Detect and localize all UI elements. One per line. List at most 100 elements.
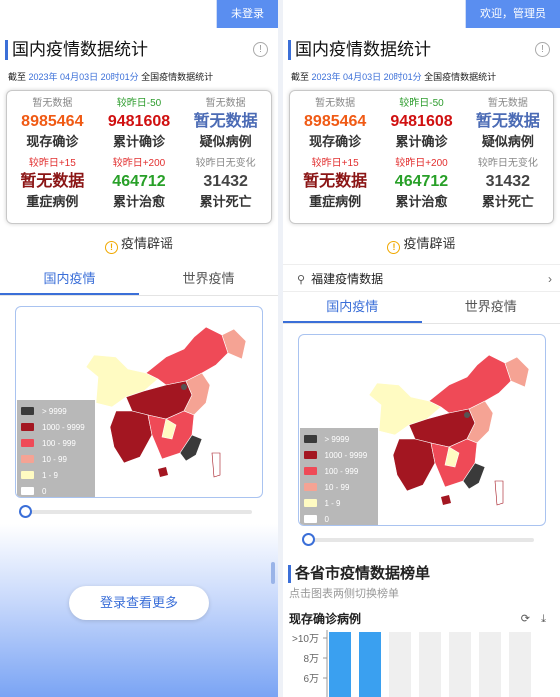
update-date: 2023年 04月03日 20时01分 <box>28 72 139 82</box>
region-tabs: 国内疫情 世界疫情 <box>283 292 560 324</box>
stat-change: 较昨日+200 <box>395 158 448 169</box>
legend-item: 1000 - 9999 <box>21 419 91 435</box>
stat-change: 暂无数据 <box>315 98 356 109</box>
update-time: 截至 2023年 04月03日 20时01分 全国疫情数据统计 <box>291 72 497 82</box>
stat-label: 累计死亡 <box>199 194 252 209</box>
user-greeting[interactable]: 欢迎，管理员 <box>465 0 560 28</box>
province-link[interactable]: ⚲ 福建疫情数据 › <box>283 264 560 292</box>
legend-item: 10 - 99 <box>303 479 374 495</box>
bar-background <box>419 632 441 697</box>
top-bar: 欢迎，管理员 <box>283 0 560 28</box>
bar-background <box>509 632 531 697</box>
page-header: 国内疫情数据统计 ! <box>0 34 278 70</box>
page-title: 国内疫情数据统计 <box>12 40 148 59</box>
alert-icon: ! <box>387 241 401 254</box>
tab-domestic[interactable]: 国内疫情 <box>0 264 139 295</box>
ranking-bar-chart[interactable]: >10万 8万 6万 <box>283 628 560 697</box>
info-icon[interactable]: ! <box>253 42 268 57</box>
stats-card: 暂无数据 8985464 现存确诊 较昨日-50 9481608 累计确诊 暂无数据 暂无数据… <box>289 90 554 224</box>
stat-cell: 暂无数据 暂无数据 疑似病例 <box>182 97 269 157</box>
stat-cell: 较昨日无变化 31432 累计死亡 <box>465 157 551 217</box>
stat-change: 暂无数据 <box>32 98 73 109</box>
chevron-right-icon: › <box>548 272 552 286</box>
stat-cell: 较昨日+200 464712 累计治愈 <box>96 157 183 217</box>
guest-view-panel: 未登录 国内疫情数据统计 ! 截至 2023年 04月03日 20时01分 全国… <box>0 0 278 697</box>
slider-handle[interactable] <box>302 533 315 546</box>
legend-item: > 9999 <box>303 431 374 447</box>
y-tick-label: >10万 <box>292 634 319 645</box>
ranking-hint: 点击图表两侧切换榜单 <box>289 588 399 600</box>
chart-title: 现存确诊病例 <box>289 612 362 626</box>
alert-icon: ! <box>104 241 118 254</box>
rumor-link[interactable]: ! 疫情辟谣 <box>0 224 278 264</box>
stat-value: 8985464 <box>21 113 84 130</box>
china-map[interactable]: > 9999 1000 - 9999 100 - 999 10 - 99 1 -… <box>15 306 263 498</box>
bar-background <box>449 632 471 697</box>
stat-cell: 较昨日-50 9481608 累计确诊 <box>96 97 183 157</box>
stat-change: 较昨日无变化 <box>195 158 256 169</box>
slider-handle[interactable] <box>19 505 32 518</box>
province-ranking: 各省市疫情数据榜单 点击图表两侧切换榜单 现存确诊病例 ⟳ ⤓ >10万 8万 6万 <box>283 562 560 697</box>
tab-world[interactable]: 世界疫情 <box>422 292 560 323</box>
y-tick-label: 8万 <box>303 654 319 665</box>
page-header: 国内疫情数据统计 ! <box>283 34 560 70</box>
map-region-north <box>145 326 229 386</box>
login-button[interactable]: 登录查看更多 <box>69 586 209 620</box>
stat-change: 较昨日+200 <box>112 158 166 169</box>
stat-value: 464712 <box>112 173 166 190</box>
refresh-icon[interactable]: ⟳ <box>521 610 530 628</box>
update-time: 截至 2023年 04月03日 20时01分 全国疫情数据统计 <box>8 72 214 82</box>
stat-change: 较昨日无变化 <box>477 158 538 169</box>
login-status-link[interactable]: 未登录 <box>216 0 278 28</box>
map-legend: > 9999 1000 - 9999 100 - 999 10 - 99 1 -… <box>299 428 378 525</box>
rumor-link[interactable]: ! 疫情辟谣 <box>283 224 560 264</box>
ranking-title: 各省市疫情数据榜单 <box>295 565 431 582</box>
stats-card: 暂无数据 8985464 现存确诊 较昨日-50 9481608 累计确诊 暂无数据 暂无数据… <box>6 90 272 224</box>
stat-change: 暂无数据 <box>205 98 246 109</box>
stat-cell: 暂无数据 暂无数据 疑似病例 <box>465 97 551 157</box>
tab-domestic[interactable]: 国内疫情 <box>283 292 422 323</box>
stat-value: 31432 <box>203 173 248 190</box>
ranking-header: 各省市疫情数据榜单 <box>283 562 560 586</box>
y-tick-label: 6万 <box>303 674 319 685</box>
download-icon[interactable]: ⤓ <box>541 610 546 628</box>
page-title: 国内疫情数据统计 <box>295 40 431 59</box>
slider-track <box>26 510 252 514</box>
stat-label: 疑似病例 <box>481 134 534 149</box>
stat-cell: 较昨日+200 464712 累计治愈 <box>378 157 464 217</box>
bar-background <box>479 632 501 697</box>
region-tabs: 国内疫情 世界疫情 <box>0 264 278 296</box>
stat-change: 较昨日+15 <box>311 158 359 169</box>
title-accent-bar <box>288 40 291 60</box>
stat-label: 累计确诊 <box>395 134 448 149</box>
bar-background <box>389 632 411 697</box>
map-region-north <box>427 354 511 414</box>
stat-value: 暂无数据 <box>475 113 540 130</box>
login-overlay: 登录查看更多 <box>0 524 278 697</box>
legend-item: 1000 - 9999 <box>303 447 374 463</box>
chart-title-row: 现存确诊病例 ⟳ ⤓ <box>283 610 560 628</box>
bar[interactable] <box>329 632 351 697</box>
stat-label: 重症病例 <box>309 194 362 209</box>
info-icon[interactable]: ! <box>535 42 550 57</box>
location-pin-icon: ⚲ <box>297 274 306 286</box>
legend-item: 100 - 999 <box>21 435 91 451</box>
stat-value: 暂无数据 <box>20 173 85 190</box>
scroll-handle[interactable] <box>271 562 275 584</box>
timeline-slider[interactable] <box>283 532 560 548</box>
bar[interactable] <box>359 632 381 697</box>
timeline-slider[interactable] <box>0 504 278 520</box>
china-map[interactable]: > 9999 1000 - 9999 100 - 999 10 - 99 1 -… <box>297 334 546 526</box>
legend-item: 0 <box>21 483 91 497</box>
top-bar: 未登录 <box>0 0 278 28</box>
map-islands <box>211 452 221 478</box>
map-legend: > 9999 1000 - 9999 100 - 999 10 - 99 1 -… <box>17 400 95 497</box>
map-region-southwest <box>109 410 153 464</box>
map-region-hainan <box>158 467 168 477</box>
stat-label: 现存确诊 <box>309 134 362 149</box>
map-region-southwest <box>392 438 435 492</box>
stat-label: 累计治愈 <box>395 194 448 209</box>
tab-world[interactable]: 世界疫情 <box>139 264 278 295</box>
stat-value: 9481608 <box>390 113 453 130</box>
stat-cell: 暂无数据 8985464 现存确诊 <box>292 97 378 157</box>
